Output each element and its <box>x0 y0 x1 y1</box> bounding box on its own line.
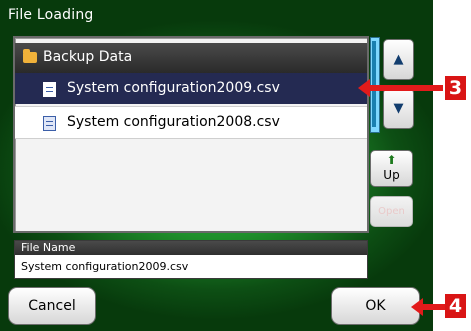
folder-header-row: Backup Data <box>15 43 367 73</box>
file-name-value[interactable]: System configuration2009.csv <box>15 255 367 278</box>
callout-badge: 4 <box>445 294 466 318</box>
ok-button-label: OK <box>365 298 386 314</box>
scrollbar-thumb[interactable] <box>372 41 376 127</box>
up-arrow-icon: ⬆ <box>386 153 397 167</box>
up-folder-button[interactable]: ⬆ Up <box>370 150 413 187</box>
dialog-title: File Loading <box>8 7 94 23</box>
file-name-field-label: File Name <box>15 241 367 255</box>
open-button-label: Open <box>378 206 405 217</box>
callout-arrow-icon <box>358 79 443 97</box>
file-list: Backup Data System configuration2009.csv… <box>13 36 369 233</box>
ok-button[interactable]: OK <box>331 287 420 325</box>
folder-name: Backup Data <box>43 49 133 65</box>
open-button[interactable]: Open <box>370 196 413 227</box>
file-row[interactable]: System configuration2008.csv <box>15 106 367 139</box>
document-icon <box>43 116 56 131</box>
scroll-down-button[interactable]: ▼ <box>383 88 414 129</box>
file-loading-dialog: File Loading Backup Data System configur… <box>0 0 433 331</box>
callout-arrow-icon <box>411 298 446 316</box>
up-button-label: Up <box>383 168 400 182</box>
file-row-selected[interactable]: System configuration2009.csv <box>15 73 367 104</box>
folder-icon <box>23 49 37 63</box>
scroll-up-button[interactable]: ▲ <box>383 39 414 80</box>
file-name-label: System configuration2009.csv <box>67 80 280 96</box>
arrow-up-icon: ▲ <box>393 52 404 67</box>
cancel-button-label: Cancel <box>28 298 76 314</box>
cancel-button[interactable]: Cancel <box>8 287 96 325</box>
file-name-field: File Name System configuration2009.csv <box>14 240 368 279</box>
file-name-label: System configuration2008.csv <box>67 114 280 130</box>
document-icon <box>43 82 56 97</box>
arrow-down-icon: ▼ <box>393 101 404 116</box>
callout-badge: 3 <box>445 76 466 100</box>
